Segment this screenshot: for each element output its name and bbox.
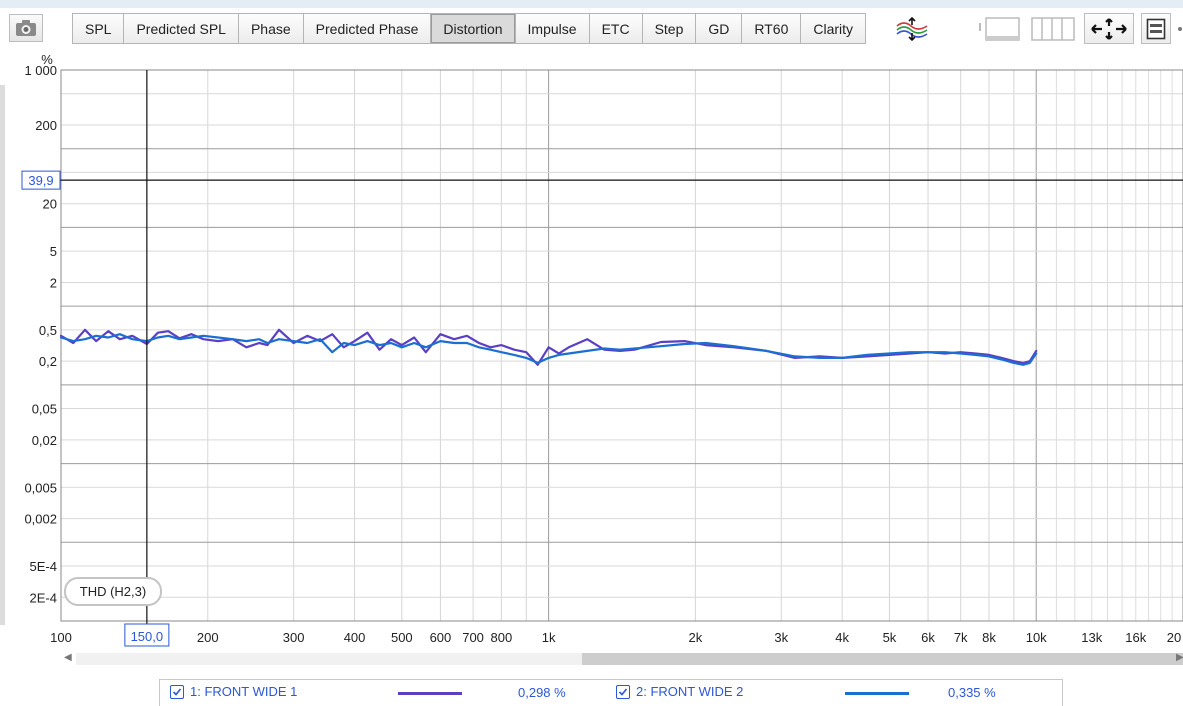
legend-item-2[interactable]: 2: FRONT WIDE 2 [616,684,743,699]
y-tick-label: 2 [50,275,57,290]
x-tick-label: 400 [344,630,366,645]
checkmark-icon [618,687,628,696]
y-tick-label: 0,05 [32,402,57,417]
x-tick-label: 700 [462,630,484,645]
checkbox-1[interactable] [170,684,184,699]
distortion-graph[interactable]: 1 00020020520,50,20,050,020,0050,0025E-4… [0,0,1183,650]
y-tick-label: 2E-4 [30,590,57,605]
legend-swatch-2 [845,692,909,695]
legend-label-1: 1: FRONT WIDE 1 [190,684,298,699]
y-tick-label: 20 [43,197,57,212]
x-tick-label: 10k [1026,630,1047,645]
y-axis-unit: % [41,52,53,67]
x-tick-label: 100 [50,630,72,645]
y-axis-labels: 1 00020020520,50,20,050,020,0050,0025E-4… [24,63,57,605]
legend-label-2: 2: FRONT WIDE 2 [636,684,744,699]
y-tick-label: 5 [50,244,57,259]
x-tick-label: 3k [774,630,788,645]
x-tick-label: 8k [982,630,996,645]
plot-area [61,70,1183,621]
y-tick-label: 0,005 [24,480,57,495]
y-tick-label: 0,5 [39,323,57,338]
x-tick-label: 2k [689,630,703,645]
y-tick-label: 0,002 [24,512,57,527]
y-tick-label: 0,02 [32,433,57,448]
grid-lines [60,69,1183,622]
x-tick-label: 5k [883,630,897,645]
x-tick-label: 6k [921,630,935,645]
cursor-x-readout: 150,0 [131,629,164,644]
legend-panel: 1: FRONT WIDE 1 0,298 % 2: FRONT WIDE 2 … [159,679,1063,706]
annotation-text: THD (H2,3) [79,584,147,599]
x-tick-label: 16k [1125,630,1146,645]
x-tick-label: 4k [835,630,849,645]
x-tick-label: 7k [954,630,968,645]
legend-swatch-1 [398,692,462,695]
x-tick-label: 500 [391,630,413,645]
scroll-left-arrow[interactable]: ◀ [64,652,72,663]
legend-value-2: 0,335 % [948,685,996,700]
x-tick-label: 600 [430,630,452,645]
x-axis-labels: 100 200 300 400 500 600 700 800 1k 2k 3k 4k 5k 6k 7k 8k… [50,630,1181,645]
scroll-right-arrow[interactable]: ▶ [1176,652,1183,663]
metric-annotation: THD (H2,3) [64,577,162,606]
y-tick-label: 5E-4 [30,559,57,574]
checkbox-2[interactable] [616,684,630,699]
horizontal-scrollbar[interactable]: ◀ ▶ [60,651,1183,667]
legend-value-1: 0,298 % [518,685,566,700]
x-tick-label: 200 [197,630,219,645]
y-tick-label: 200 [35,118,57,133]
checkmark-icon [172,687,182,696]
x-tick-label: 1k [542,630,556,645]
x-tick-label: 800 [491,630,513,645]
legend-item-1[interactable]: 1: FRONT WIDE 1 [170,684,297,699]
scroll-thumb[interactable] [582,653,1183,665]
x-tick-label: 300 [283,630,305,645]
x-tick-label: 20 [1167,630,1181,645]
cursor-y-readout: 39,9 [28,173,53,188]
y-tick-label: 0,2 [39,354,57,369]
x-tick-label: 13k [1081,630,1102,645]
